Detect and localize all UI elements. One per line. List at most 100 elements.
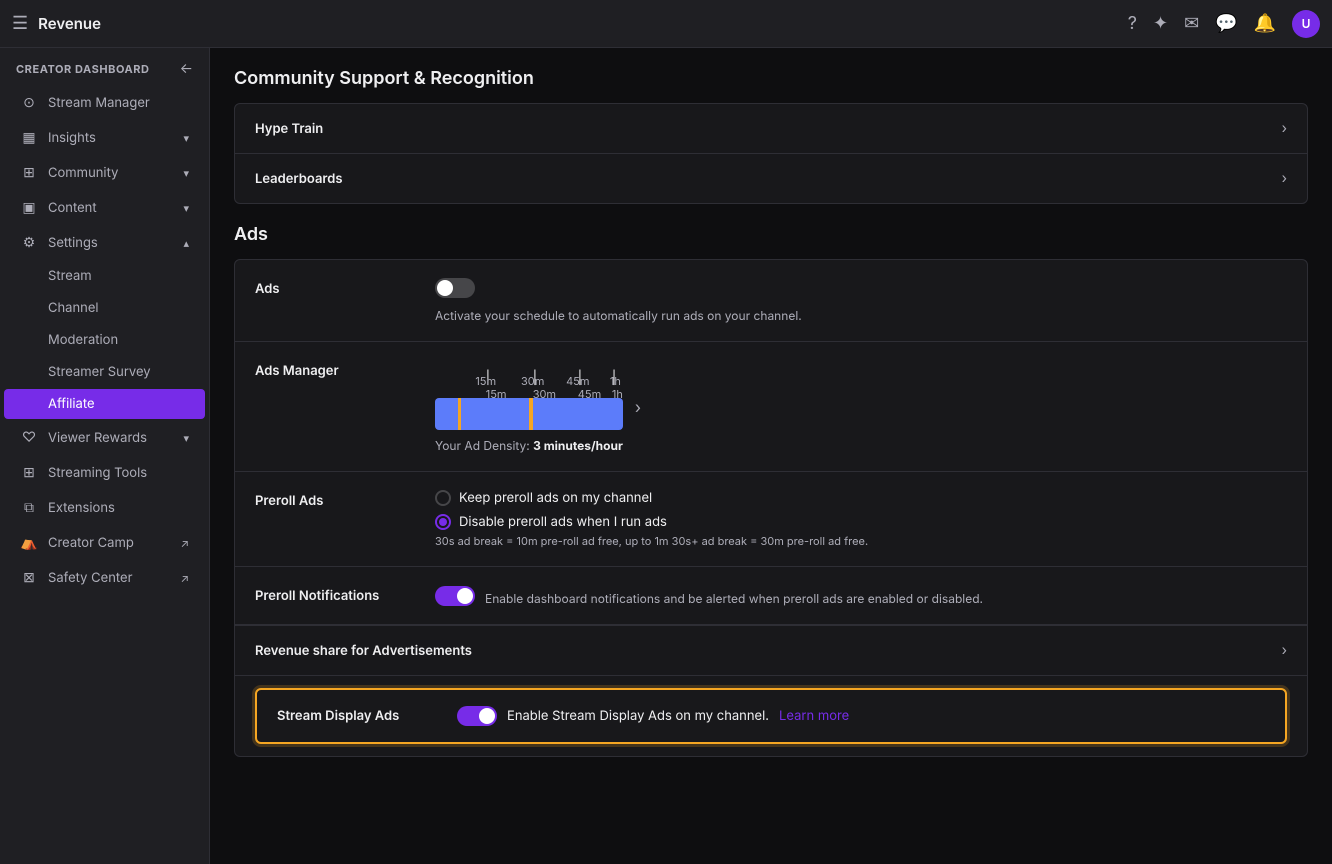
preroll-notifications-row: Preroll Notifications Enable dashboard n… (235, 567, 1307, 625)
chevron-right-icon: › (1282, 170, 1287, 187)
radio-keep-circle (435, 490, 451, 506)
ads-toggle-desc: Activate your schedule to automatically … (435, 308, 1287, 323)
sidebar-item-stream[interactable]: Stream (4, 261, 205, 291)
leaderboards-row[interactable]: Leaderboards › (235, 154, 1307, 203)
timeline-label-spacer: 15m 30m 45m 1h (435, 374, 623, 394)
timeline-seg-5 (533, 398, 623, 430)
notifications-icon[interactable]: 🔔 (1254, 13, 1276, 34)
preroll-notifications-toggle[interactable] (435, 586, 475, 606)
sidebar-collapse-icon[interactable]: ← (180, 60, 193, 77)
top-bar-right: ? ✦ ✉ 💬 🔔 U (1128, 10, 1320, 38)
stream-display-ads-label: Stream Display Ads (277, 708, 437, 724)
sidebar-item-channel[interactable]: Channel (4, 293, 205, 323)
stream-display-desc: Enable Stream Display Ads on my channel. (507, 708, 769, 724)
streaming-tools-icon: ⊞ (20, 464, 38, 481)
sidebar-item-content[interactable]: ▣ Content ▾ (4, 191, 205, 224)
sidebar-item-label: Viewer Rewards (48, 430, 173, 446)
ads-content: Activate your schedule to automatically … (435, 278, 1287, 323)
sidebar-item-creator-camp[interactable]: ⛺ Creator Camp ↗ (4, 526, 205, 559)
preroll-label: Preroll Ads (255, 490, 415, 509)
preroll-notifications-content: Enable dashboard notifications and be al… (435, 585, 1287, 606)
ads-manager-row: Ads Manager | 15m (235, 342, 1307, 472)
sidebar-item-label: Streamer Survey (48, 364, 151, 380)
timeline-bar[interactable] (435, 398, 623, 430)
ads-manager-content: | 15m | 30m | (435, 360, 641, 453)
top-bar: ☰ Revenue ? ✦ ✉ 💬 🔔 U (0, 0, 1332, 48)
sidebar-item-label: Stream (48, 268, 92, 284)
sidebar-item-streamer-survey[interactable]: Streamer Survey (4, 357, 205, 387)
sidebar-item-affiliate[interactable]: Affiliate (4, 389, 205, 419)
mail-icon[interactable]: ✉ (1184, 13, 1199, 34)
app-body: Creator Dashboard ← ⊙ Stream Manager ▦ I… (0, 48, 1332, 864)
preroll-notifications-label: Preroll Notifications (255, 585, 415, 604)
sidebar-item-label: Moderation (48, 332, 118, 348)
stream-display-ads-container: Stream Display Ads Enable Stream Display… (235, 675, 1307, 756)
ads-card: Ads Activate your schedule to automatica… (234, 259, 1308, 757)
crown-icon[interactable]: ✦ (1153, 13, 1168, 34)
ads-manager-label: Ads Manager (255, 360, 415, 379)
viewer-rewards-icon: ♡ (20, 429, 38, 446)
content-icon: ▣ (20, 199, 38, 216)
sidebar-item-safety-center[interactable]: ⊠ Safety Center ↗ (4, 561, 205, 594)
sidebar-item-extensions[interactable]: ⧉ Extensions (4, 491, 205, 524)
insights-icon: ▦ (20, 129, 38, 146)
hype-train-row[interactable]: Hype Train › (235, 104, 1307, 154)
community-support-title: Community Support & Recognition (234, 68, 1308, 89)
sidebar-item-label: Affiliate (48, 396, 95, 412)
revenue-share-row[interactable]: Revenue share for Advertisements › (235, 625, 1307, 675)
chevron-right-icon: › (1282, 120, 1287, 137)
help-icon[interactable]: ? (1128, 13, 1137, 34)
learn-more-link[interactable]: Learn more (779, 708, 849, 724)
external-link-icon: ↗ (180, 571, 189, 585)
preroll-content: Keep preroll ads on my channel Disable p… (435, 490, 1287, 548)
chevron-down-icon: ▾ (183, 201, 189, 215)
ads-title: Ads (234, 224, 1308, 245)
ads-toggle[interactable] (435, 278, 475, 298)
timeline-container: | 15m | 30m | (435, 370, 623, 430)
sidebar-item-label: Stream Manager (48, 95, 189, 111)
sidebar-header: Creator Dashboard ← (0, 48, 209, 85)
sidebar-item-streaming-tools[interactable]: ⊞ Streaming Tools (4, 456, 205, 489)
safety-center-icon: ⊠ (20, 569, 38, 586)
ads-row: Ads Activate your schedule to automatica… (235, 260, 1307, 342)
stream-manager-icon: ⊙ (20, 94, 38, 111)
sidebar-item-label: Content (48, 200, 173, 216)
main-content: Community Support & Recognition Hype Tra… (210, 48, 1332, 864)
menu-icon[interactable]: ☰ (12, 13, 28, 34)
radio-disable-circle (435, 514, 451, 530)
radio-keep-label: Keep preroll ads on my channel (459, 490, 652, 506)
preroll-radio-group: Keep preroll ads on my channel Disable p… (435, 490, 1287, 530)
community-icon: ⊞ (20, 164, 38, 181)
ads-row-header: Ads Activate your schedule to automatica… (255, 278, 1287, 323)
preroll-option-keep[interactable]: Keep preroll ads on my channel (435, 490, 1287, 506)
sidebar-item-insights[interactable]: ▦ Insights ▾ (4, 121, 205, 154)
preroll-notifications-desc: Enable dashboard notifications and be al… (485, 591, 983, 606)
stream-display-toggle[interactable] (457, 706, 497, 726)
avatar[interactable]: U (1292, 10, 1320, 38)
stream-display-ads-card: Stream Display Ads Enable Stream Display… (255, 688, 1287, 744)
sidebar-header-title: Creator Dashboard (16, 62, 150, 76)
chevron-down-icon: ▾ (183, 431, 189, 445)
sidebar-item-label: Community (48, 165, 173, 181)
external-link-icon: ↗ (180, 536, 189, 550)
ads-timeline: | 15m | 30m | (435, 360, 623, 453)
sidebar-item-viewer-rewards[interactable]: ♡ Viewer Rewards ▾ (4, 421, 205, 454)
preroll-option-disable[interactable]: Disable preroll ads when I run ads (435, 514, 1287, 530)
ads-manager-chevron-icon[interactable]: › (635, 397, 641, 417)
revenue-chevron-icon: › (1282, 642, 1287, 659)
leaderboards-label: Leaderboards (255, 171, 343, 187)
community-support-card: Hype Train › Leaderboards › (234, 103, 1308, 204)
timeline-seg-1 (435, 398, 458, 430)
extensions-icon: ⧉ (20, 499, 38, 516)
chevron-down-icon: ▾ (183, 166, 189, 180)
sidebar-item-community[interactable]: ⊞ Community ▾ (4, 156, 205, 189)
sidebar-item-label: Safety Center (48, 570, 170, 586)
chat-icon[interactable]: 💬 (1215, 13, 1237, 34)
sidebar-item-label: Settings (48, 235, 173, 251)
sidebar-item-moderation[interactable]: Moderation (4, 325, 205, 355)
top-bar-title: Revenue (38, 14, 101, 33)
sidebar-item-settings[interactable]: ⚙ Settings ▴ (4, 226, 205, 259)
settings-icon: ⚙ (20, 234, 38, 251)
sidebar-item-stream-manager[interactable]: ⊙ Stream Manager (4, 86, 205, 119)
sidebar: Creator Dashboard ← ⊙ Stream Manager ▦ I… (0, 48, 210, 864)
